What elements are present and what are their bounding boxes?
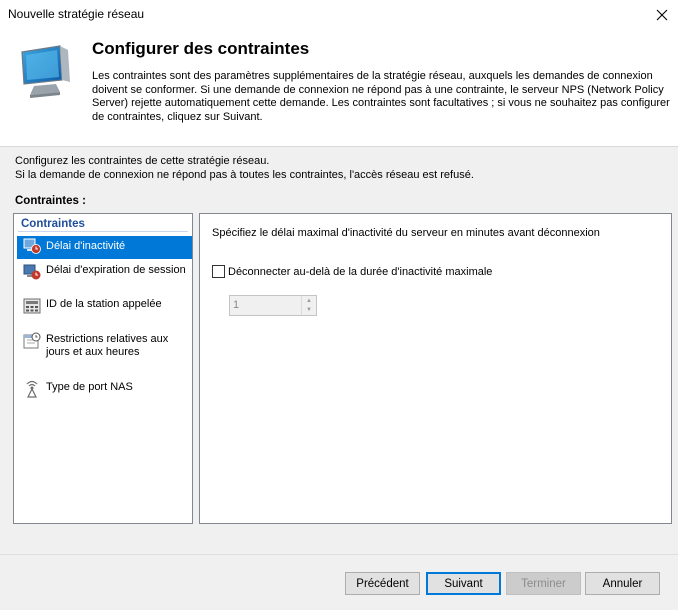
constraint-item-session-timeout[interactable]: Délai d'expiration de session bbox=[17, 262, 192, 281]
constraint-label: ID de la station appelée bbox=[46, 298, 162, 310]
previous-button[interactable]: Précédent bbox=[345, 572, 420, 595]
detail-prompt: Spécifiez le délai maximal d'inactivité … bbox=[212, 227, 600, 239]
day-time-icon bbox=[23, 332, 41, 349]
title-bar: Nouvelle stratégie réseau bbox=[0, 0, 678, 30]
wizard-footer: Précédent Suivant Terminer Annuler bbox=[0, 554, 678, 610]
close-button[interactable] bbox=[646, 0, 678, 30]
spinner-up-icon[interactable]: ▲ bbox=[302, 296, 316, 305]
window-title: Nouvelle stratégie réseau bbox=[8, 7, 145, 21]
group-divider bbox=[18, 231, 188, 232]
constraints-list: Contraintes Délai d'inactivité Délai d'e… bbox=[13, 213, 193, 524]
constraint-item-called-station[interactable]: ID de la station appelée bbox=[17, 296, 192, 315]
constraint-label: Restrictions relatives aux jours et aux … bbox=[46, 333, 169, 358]
spinner-down-icon[interactable]: ▼ bbox=[302, 305, 316, 314]
constraint-label: Type de port NAS bbox=[46, 381, 133, 393]
constraint-label: Délai d'expiration de session bbox=[46, 264, 186, 276]
intro-line-1: Configurez les contraintes de cette stra… bbox=[15, 155, 270, 167]
called-station-icon bbox=[23, 298, 41, 314]
constraints-group-header: Contraintes bbox=[21, 218, 85, 230]
constraints-label: Contraintes : bbox=[15, 195, 86, 207]
page-description: Les contraintes sont des paramètres supp… bbox=[92, 70, 670, 123]
constraint-label: Délai d'inactivité bbox=[46, 240, 126, 252]
wizard-header: Configurer des contraintes Les contraint… bbox=[0, 30, 678, 146]
idle-timeout-icon bbox=[23, 238, 41, 254]
cancel-button[interactable]: Annuler bbox=[585, 572, 660, 595]
disconnect-checkbox-label[interactable]: Déconnecter au-delà de la durée d'inacti… bbox=[228, 266, 492, 278]
intro-text: Configurez les contraintes de cette stra… bbox=[15, 155, 474, 182]
close-icon bbox=[656, 9, 668, 21]
finish-button[interactable]: Terminer bbox=[506, 572, 581, 595]
idle-minutes-spinner[interactable]: 1 ▲ ▼ bbox=[229, 295, 317, 316]
disconnect-checkbox[interactable]: Déconnecter au-delà de la durée d'inacti… bbox=[212, 265, 492, 278]
next-button[interactable]: Suivant bbox=[426, 572, 501, 595]
checkbox-box[interactable] bbox=[212, 265, 225, 278]
wizard-body: Configurez les contraintes de cette stra… bbox=[0, 147, 678, 554]
nas-port-icon bbox=[26, 380, 38, 398]
session-timeout-icon bbox=[23, 264, 41, 280]
page-title: Configurer des contraintes bbox=[92, 39, 310, 58]
constraint-item-nas-port[interactable]: Type de port NAS bbox=[17, 379, 192, 398]
network-computer-icon bbox=[21, 45, 70, 98]
intro-line-2: Si la demande de connexion ne répond pas… bbox=[15, 168, 474, 181]
constraint-detail-panel: Spécifiez le délai maximal d'inactivité … bbox=[199, 213, 672, 524]
constraint-item-idle-timeout[interactable]: Délai d'inactivité bbox=[17, 236, 192, 259]
spinner-arrows[interactable]: ▲ ▼ bbox=[301, 296, 316, 315]
spinner-value[interactable]: 1 bbox=[233, 299, 239, 311]
constraint-item-day-time[interactable]: Restrictions relatives aux jours et aux … bbox=[17, 331, 192, 358]
